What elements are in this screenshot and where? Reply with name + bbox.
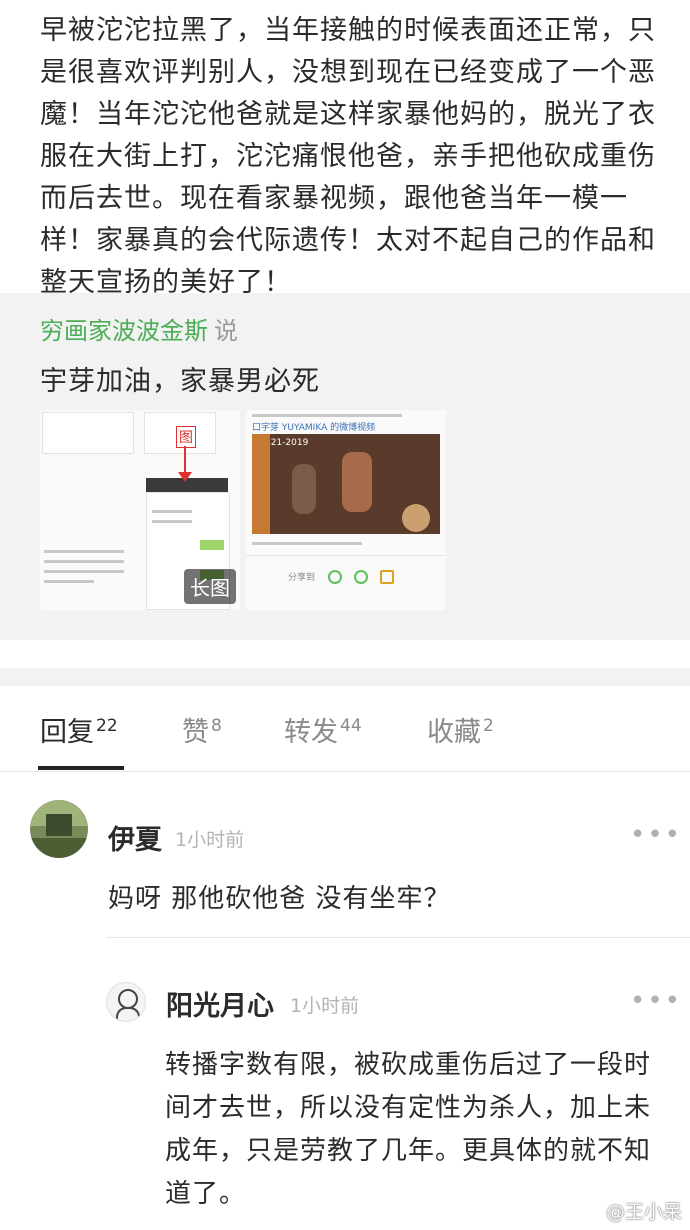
repost-box[interactable]: 穷画家波波金斯说 宇芽加油，家暴男必死 图 长图 口宇芽 YUYAMIKA 的微… <box>0 293 690 640</box>
mini-chat-panel <box>42 412 134 454</box>
red-arrow-head-icon <box>178 472 192 482</box>
tab-favorites[interactable]: 收藏 2 <box>427 710 494 749</box>
red-image-tag: 图 <box>176 426 196 448</box>
comment-text: 妈呀 那他砍他爸 没有坐牢？ <box>108 884 451 914</box>
weibo-watermark: @王小呆 <box>605 1201 682 1223</box>
section-gap <box>0 668 690 686</box>
repost-image-video[interactable]: 口宇芽 YUYAMIKA 的微博视频 08-21-2019 分享到 <box>246 410 446 610</box>
comment-time: 1小时前 <box>175 829 245 851</box>
mini-chat-bubble <box>200 540 224 550</box>
tab-replies[interactable]: 回复 22 <box>40 710 118 749</box>
mini-text-line <box>44 560 124 563</box>
comment-author-name[interactable]: 伊夏 <box>108 818 162 857</box>
comment-text: 转播字数有限，被砍成重伤后过了一段时间才去世，所以没有定性为杀人，加上未成年，只… <box>165 1050 652 1209</box>
avatar-building <box>46 814 72 836</box>
tab-reposts-label: 转发 <box>284 717 338 748</box>
repost-text: 宇芽加油，家暴男必死 <box>40 366 320 397</box>
share-label: 分享到 <box>288 573 316 583</box>
avatar-ground <box>30 838 88 858</box>
tab-likes-count: 8 <box>211 716 222 736</box>
repost-said-label: 说 <box>214 317 238 345</box>
mini-text-line <box>252 414 402 417</box>
tab-reposts-count: 44 <box>340 716 362 736</box>
tabs-divider <box>0 771 690 772</box>
tab-likes[interactable]: 赞8 <box>182 710 222 749</box>
comment-author-name[interactable]: 阳光月心 <box>166 984 274 1023</box>
tab-active-underline <box>38 766 124 770</box>
video-figure <box>292 464 316 514</box>
tab-reposts[interactable]: 转发 44 <box>284 710 362 749</box>
mini-divider <box>246 555 446 556</box>
avatar[interactable] <box>106 982 146 1022</box>
comment-divider <box>106 937 690 938</box>
moments-icon <box>354 570 368 584</box>
post-text: 早被沱沱拉黑了，当年接触的时候表面还正常，只是很喜欢评判别人，没想到现在已经变成… <box>40 15 656 298</box>
more-options-icon[interactable]: ••• <box>630 986 682 1016</box>
mini-text-line <box>252 542 362 545</box>
tab-favorites-label: 收藏 <box>427 717 481 748</box>
mini-text-line <box>44 570 124 573</box>
wechat-icon <box>328 570 342 584</box>
avatar[interactable] <box>30 800 88 858</box>
qzone-icon <box>380 570 394 584</box>
more-options-icon[interactable]: ••• <box>630 820 682 850</box>
avatar-sketch-body <box>116 1007 140 1019</box>
mini-text-line <box>44 580 94 583</box>
video-caption: 口宇芽 YUYAMIKA 的微博视频 <box>252 423 376 433</box>
tab-replies-count: 22 <box>96 716 118 736</box>
comment-time: 1小时前 <box>290 995 360 1017</box>
repost-image-long[interactable]: 图 长图 <box>40 410 240 610</box>
tab-likes-label: 赞 <box>182 717 209 748</box>
tab-replies-label: 回复 <box>40 717 94 748</box>
tab-favorites-count: 2 <box>483 716 494 736</box>
mini-text-line <box>44 550 124 553</box>
video-figure <box>342 452 372 512</box>
avatar-sketch-head <box>118 989 138 1009</box>
mini-text-line <box>152 520 192 523</box>
repost-author: 穷画家波波金斯说 <box>40 311 238 346</box>
mini-text-line <box>152 510 192 513</box>
repost-author-name[interactable]: 穷画家波波金斯 <box>40 317 208 345</box>
video-frame[interactable]: 08-21-2019 <box>252 434 440 534</box>
comment-tabs: 回复 22 赞8 转发 44 收藏 2 <box>0 700 690 772</box>
video-avatar-icon <box>402 504 430 532</box>
long-image-badge: 长图 <box>184 569 236 604</box>
elevator-wall <box>252 434 270 534</box>
